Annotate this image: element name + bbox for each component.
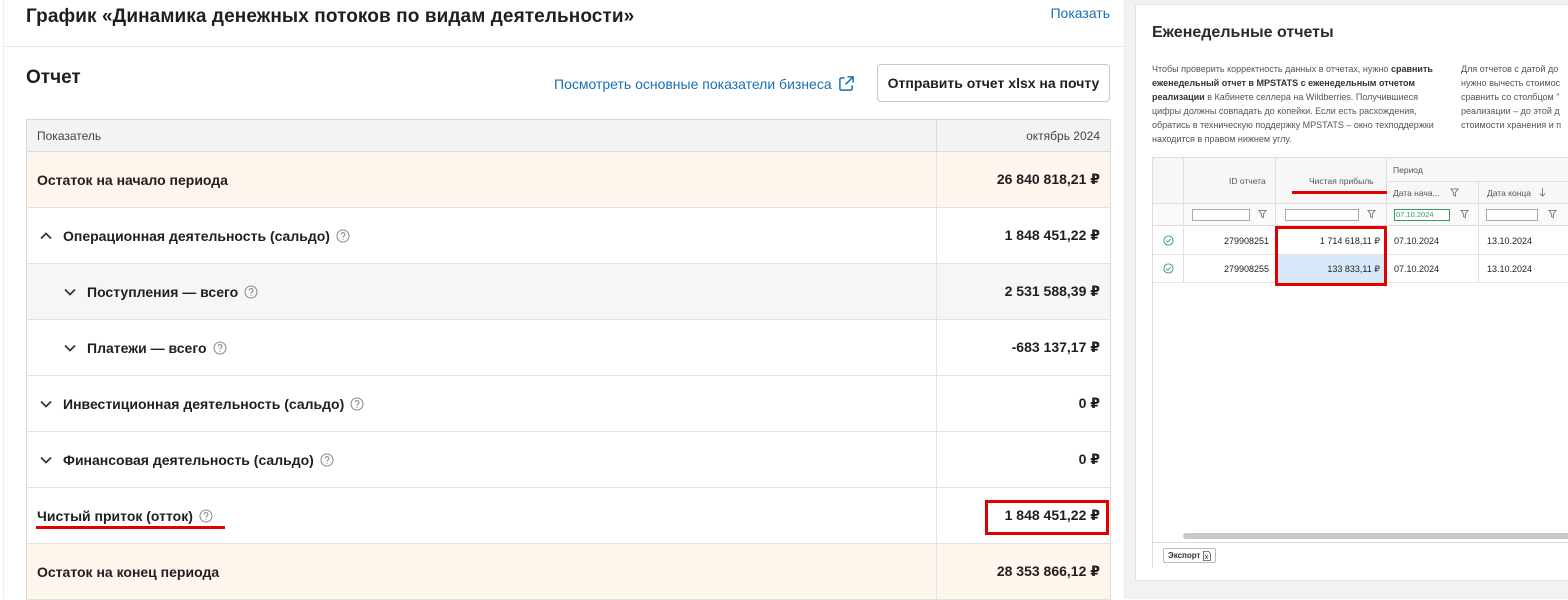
column-header-indicator: Показатель	[27, 120, 937, 151]
note-line: нужно вычесть стоимос	[1461, 78, 1561, 88]
grid-cell-end: 13.10.2024	[1487, 264, 1533, 274]
check-circle-icon	[1163, 235, 1174, 246]
filter-input-start-date[interactable]: 07.10.2024	[1394, 209, 1450, 221]
weekly-reports-title: Еженедельные отчеты	[1152, 24, 1334, 41]
note-text: Чтобы проверить корректность данных в от…	[1152, 64, 1391, 74]
grid-footer: Экспорт	[1153, 542, 1568, 568]
table-header: Показатель октябрь 2024	[27, 120, 1110, 152]
highlight-underline	[1292, 191, 1387, 194]
table-row-operating[interactable]: Операционная деятельность (сальдо) 1 848…	[27, 208, 1110, 264]
weekly-reports-note-2: Для отчетов с датой до нужно вычесть сто…	[1461, 62, 1568, 132]
row-label: Остаток на начало периода	[37, 171, 228, 188]
weekly-reports-grid: ID отчета Чистая прибыль Период Дата нач…	[1152, 157, 1568, 568]
chevron-down-icon[interactable]	[39, 453, 53, 467]
table-row-investing[interactable]: Инвестиционная деятельность (сальдо) 0 ₽	[27, 376, 1110, 432]
help-icon[interactable]	[199, 509, 213, 523]
business-metrics-link[interactable]: Посмотреть основные показатели бизнеса	[554, 75, 855, 92]
note-line: сравнить со столбцом "	[1461, 92, 1560, 102]
note-line: реализации – до этой д	[1461, 106, 1560, 116]
cash-flow-panel: График «Динамика денежных потоков по вид…	[0, 0, 1125, 600]
grid-cell-id: 279908251	[1223, 236, 1269, 246]
row-value: 28 353 866,12 ₽	[996, 563, 1100, 579]
help-icon[interactable]	[244, 285, 258, 299]
help-icon[interactable]	[350, 397, 364, 411]
chart-section-header: График «Динамика денежных потоков по вид…	[3, 0, 1125, 47]
excel-file-icon	[1203, 550, 1212, 561]
table-row-closing-balance: Остаток на конец периода 28 353 866,12 ₽	[27, 544, 1110, 600]
export-button-label: Экспорт	[1168, 551, 1201, 560]
note-line: Для отчетов с датой до	[1461, 64, 1559, 74]
grid-cell-start: 07.10.2024	[1394, 236, 1440, 246]
external-link-icon	[838, 76, 854, 91]
filter-icon[interactable]	[1367, 209, 1376, 219]
row-label: Инвестиционная деятельность (сальдо)	[63, 395, 345, 412]
chart-section-title: График «Динамика денежных потоков по вид…	[26, 6, 635, 27]
grid-header: ID отчета Чистая прибыль Период Дата нач…	[1153, 158, 1568, 204]
row-value: 1 848 451,22 ₽	[1004, 227, 1100, 243]
filter-icon[interactable]	[1258, 209, 1267, 219]
grid-header-profit[interactable]: Чистая прибыль	[1309, 176, 1374, 186]
grid-filter-row: 07.10.2024	[1153, 204, 1568, 226]
filter-icon[interactable]	[1548, 209, 1557, 219]
grid-cell-start: 07.10.2024	[1394, 264, 1440, 274]
highlight-box	[1275, 226, 1387, 286]
chevron-up-icon[interactable]	[39, 229, 53, 243]
show-chart-link[interactable]: Показать	[1050, 5, 1110, 21]
report-title: Отчет	[26, 67, 81, 88]
filter-icon[interactable]	[1460, 209, 1469, 219]
row-value: 26 840 818,21 ₽	[996, 171, 1100, 187]
cash-flow-table: Показатель октябрь 2024 Остаток на начал…	[26, 119, 1111, 600]
row-value: 0 ₽	[1078, 451, 1100, 467]
business-metrics-link-label: Посмотреть основные показатели бизнеса	[554, 75, 832, 92]
row-label: Платежи — всего	[87, 339, 207, 356]
filter-icon[interactable]	[1450, 188, 1459, 197]
row-label: Операционная деятельность (сальдо)	[63, 227, 330, 244]
highlight-box	[985, 500, 1109, 535]
row-label: Финансовая деятельность (сальдо)	[63, 451, 314, 468]
chevron-down-icon[interactable]	[39, 397, 53, 411]
sort-down-icon[interactable]	[1539, 188, 1546, 197]
grid-header-id[interactable]: ID отчета	[1229, 176, 1266, 186]
row-value: -683 137,17 ₽	[1011, 339, 1100, 355]
grid-header-end-date[interactable]: Дата конца	[1487, 188, 1531, 198]
grid-header-period: Период	[1393, 165, 1423, 175]
grid-cell-end: 13.10.2024	[1487, 236, 1533, 246]
send-xlsx-button[interactable]: Отправить отчет xlsx на почту	[877, 64, 1110, 102]
table-row-payments[interactable]: Платежи — всего -683 137,17 ₽	[27, 320, 1110, 376]
help-icon[interactable]	[336, 229, 350, 243]
table-row-financing[interactable]: Финансовая деятельность (сальдо) 0 ₽	[27, 432, 1110, 488]
table-row-net-flow: Чистый приток (отток) 1 848 451,22 ₽	[27, 488, 1110, 544]
column-header-period: октябрь 2024	[1026, 128, 1100, 143]
grid-cell-id: 279908255	[1223, 264, 1269, 274]
weekly-reports-panel: Еженедельные отчеты Чтобы проверить корр…	[1135, 4, 1568, 581]
table-row-opening-balance: Остаток на начало периода 26 840 818,21 …	[27, 152, 1110, 208]
highlight-underline	[36, 526, 225, 529]
row-label: Поступления — всего	[87, 283, 239, 300]
row-value: 0 ₽	[1078, 395, 1100, 411]
chevron-down-icon[interactable]	[63, 341, 77, 355]
row-label: Остаток на конец периода	[37, 563, 220, 580]
help-icon[interactable]	[320, 453, 334, 467]
filter-input-end-date[interactable]	[1486, 209, 1538, 221]
horizontal-scrollbar[interactable]	[1183, 533, 1568, 539]
export-button[interactable]: Экспорт	[1163, 548, 1217, 563]
filter-input-profit[interactable]	[1285, 209, 1359, 221]
grid-header-start-date[interactable]: Дата нача...	[1393, 188, 1440, 198]
filter-input-id[interactable]	[1192, 209, 1250, 221]
check-circle-icon	[1163, 263, 1174, 274]
row-label: Чистый приток (отток)	[37, 507, 193, 524]
table-row-receipts[interactable]: Поступления — всего 2 531 588,39 ₽	[27, 264, 1110, 320]
help-icon[interactable]	[213, 341, 227, 355]
chevron-down-icon[interactable]	[63, 285, 77, 299]
weekly-reports-note: Чтобы проверить корректность данных в от…	[1152, 62, 1448, 146]
note-line: стоимости хранения и п	[1461, 120, 1562, 130]
row-value: 2 531 588,39 ₽	[1004, 283, 1100, 299]
